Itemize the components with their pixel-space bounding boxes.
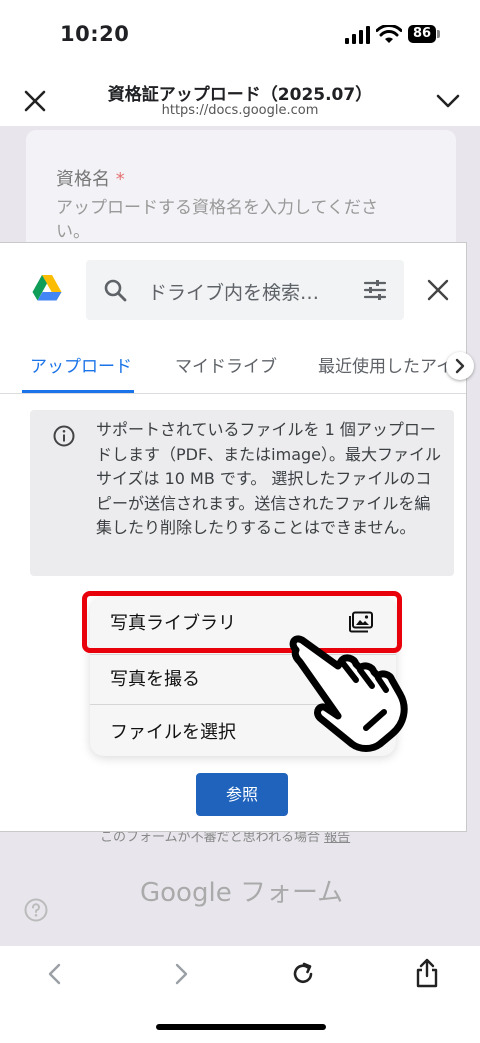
close-icon[interactable] (22, 88, 48, 114)
menu-item-take-photo[interactable]: 写真を撮る (110, 665, 200, 691)
field-label: 資格名 * (56, 169, 125, 190)
info-text: サポートされているファイルを 1 個アップロードします（PDF、またはimage… (96, 420, 442, 537)
field-placeholder: アップロードする資格名を入力してください。 (56, 198, 378, 242)
browse-button[interactable]: 参照 (196, 773, 288, 816)
tab-recent[interactable]: 最近使用したアイテム (318, 352, 466, 377)
chevron-right-icon (455, 358, 465, 374)
cellular-signal-icon (345, 26, 370, 44)
picker-close-icon[interactable] (426, 278, 450, 302)
status-time: 10:20 (60, 22, 130, 46)
back-arrow-icon[interactable] (44, 962, 66, 986)
battery-icon: 86 (408, 25, 436, 43)
tab-divider (0, 393, 466, 394)
search-icon (104, 279, 127, 302)
tab-my-drive[interactable]: マイドライブ (175, 352, 277, 377)
reload-icon[interactable] (290, 961, 316, 987)
google-drive-logo (32, 275, 62, 301)
search-input[interactable]: ドライブ内を検索… (148, 278, 319, 305)
forward-arrow-icon[interactable] (170, 962, 192, 986)
home-indicator (156, 1024, 326, 1030)
google-forms-logo: Google フォーム (140, 878, 344, 908)
page-title: 資格証アップロード（2025.07） (107, 85, 373, 105)
help-icon[interactable] (24, 898, 48, 922)
menu-item-choose-file[interactable]: ファイルを選択 (110, 718, 236, 744)
tabs-scroll-right-button[interactable] (446, 352, 474, 380)
report-link[interactable]: 報告 (324, 830, 350, 845)
battery-tip (437, 30, 440, 38)
pointing-hand-icon (289, 635, 408, 752)
search-options-icon[interactable] (362, 277, 388, 303)
chevron-down-icon[interactable] (434, 88, 462, 112)
share-icon[interactable] (414, 958, 440, 988)
tab-upload[interactable]: アップロード (30, 352, 132, 377)
wifi-icon (376, 25, 402, 43)
required-mark: * (115, 169, 125, 190)
info-icon (53, 425, 75, 447)
page-url: https://docs.google.com (161, 103, 319, 118)
